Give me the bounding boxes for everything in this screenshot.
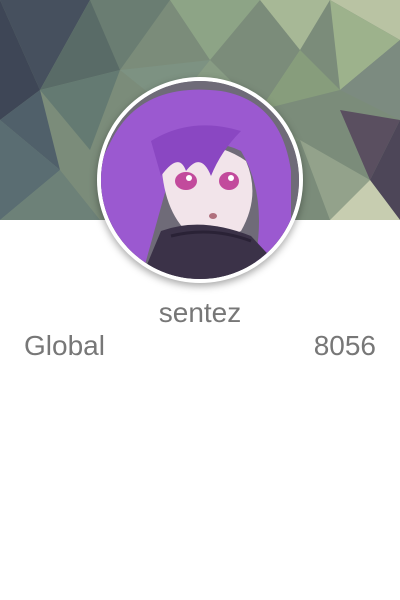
avatar-frame bbox=[97, 77, 303, 283]
profile-card: sentez Global 8056 bbox=[0, 0, 400, 600]
global-rank-label: Global bbox=[24, 330, 105, 361]
avatar[interactable] bbox=[101, 81, 299, 279]
global-rank-value: 8056 bbox=[313, 330, 376, 361]
username: sentez bbox=[158, 297, 242, 328]
global-rank-row: Global 8056 bbox=[24, 329, 376, 363]
